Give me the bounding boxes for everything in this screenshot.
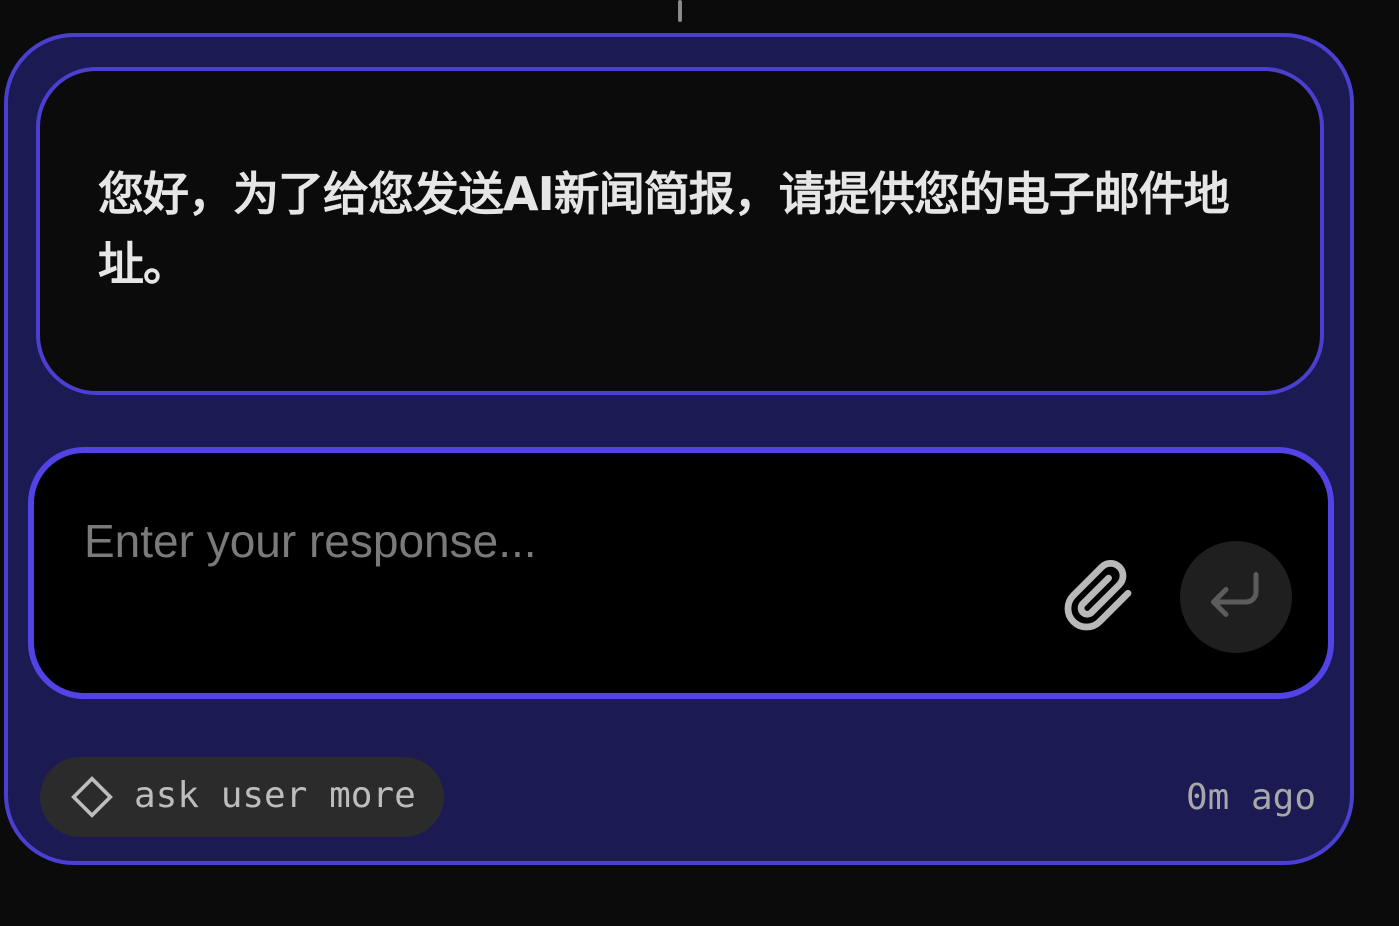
attach-button[interactable] (1062, 559, 1136, 633)
assistant-message: 您好，为了给您发送AI新闻简报，请提供您的电子邮件地址。 (36, 67, 1324, 395)
response-input[interactable] (84, 511, 1024, 571)
tool-chip[interactable]: ask user more (40, 757, 444, 837)
paperclip-icon (1064, 560, 1132, 631)
diamond-icon (71, 776, 113, 818)
response-input-box[interactable] (28, 447, 1334, 699)
enter-return-icon (1211, 572, 1259, 617)
message-text: 您好，为了给您发送AI新闻简报，请提供您的电子邮件地址。 (98, 167, 1230, 291)
send-button[interactable] (1180, 541, 1292, 653)
ask-user-card: 您好，为了给您发送AI新闻简报，请提供您的电子邮件地址。 ask user mo… (4, 33, 1354, 865)
timestamp: 0m ago (1185, 777, 1316, 818)
thread-connector-line (678, 0, 682, 22)
tool-chip-label: ask user more (134, 775, 416, 816)
